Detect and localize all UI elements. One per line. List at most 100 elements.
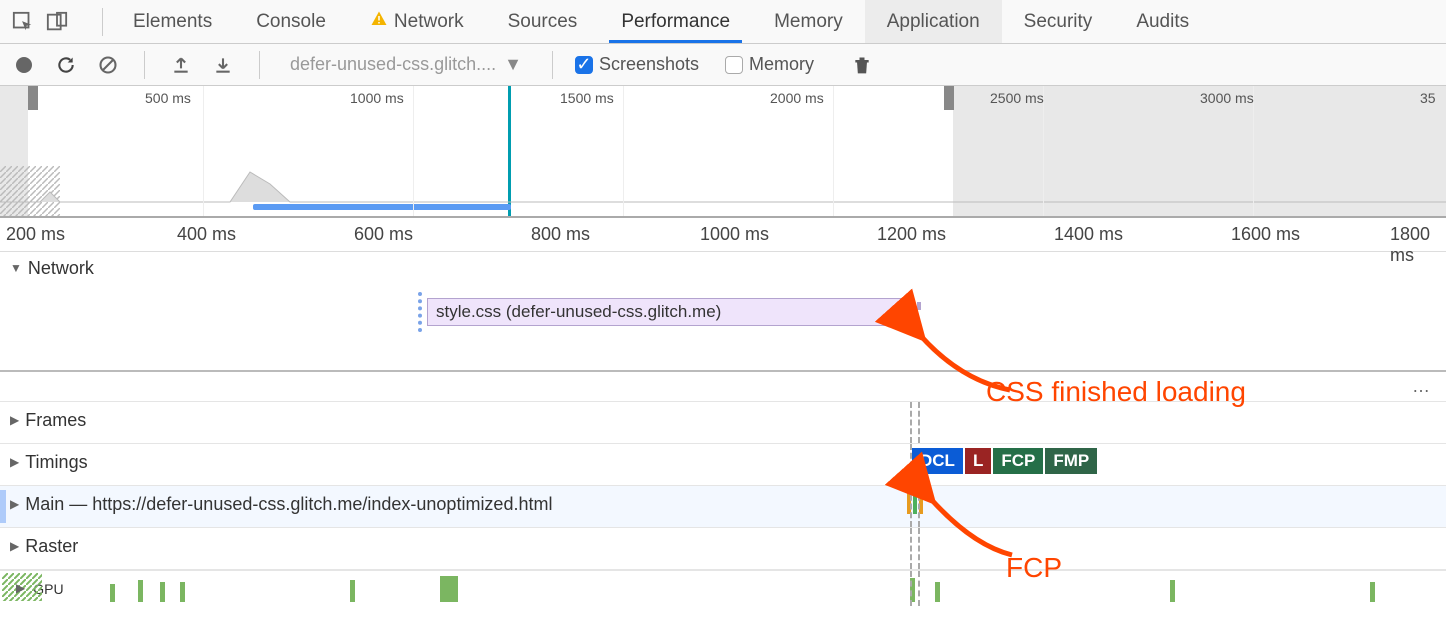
tab-label: Security: [1024, 11, 1093, 33]
frames-track[interactable]: ▶ Frames: [0, 402, 1446, 444]
track-header-frames[interactable]: ▶ Frames: [0, 402, 96, 439]
tab-label: Network: [394, 11, 464, 33]
track-header-main[interactable]: ▶ Main — https://defer-unused-css.glitch…: [0, 486, 562, 523]
separator: [102, 8, 103, 36]
ruler-tick: 1200 ms: [877, 224, 946, 245]
tab-application[interactable]: Application: [865, 0, 1002, 43]
network-request-label: style.css (defer-unused-css.glitch.me): [436, 302, 721, 322]
screenshots-checkbox[interactable]: ✓ Screenshots: [575, 54, 699, 75]
profiles-dropdown[interactable]: defer-unused-css.glitch.... ▼: [282, 54, 530, 75]
gridline: [833, 86, 834, 216]
v-gridline: [918, 402, 920, 443]
track-label: Network: [28, 258, 94, 279]
clear-icon[interactable]: [94, 51, 122, 79]
v-gridline: [910, 571, 912, 606]
separator: [259, 51, 260, 79]
network-request-bar[interactable]: style.css (defer-unused-css.glitch.me): [427, 298, 913, 326]
tab-performance[interactable]: Performance: [599, 0, 752, 43]
v-gridline: [918, 571, 920, 606]
disclosure-triangle-icon: ▶: [10, 497, 19, 511]
gpu-tick: [138, 580, 143, 602]
inspect-icon[interactable]: [10, 9, 36, 35]
tick-label: 2000 ms: [770, 90, 824, 106]
gpu-tick: [110, 584, 115, 602]
devtools-tabbar: Elements Console Network Sources Perform…: [0, 0, 1446, 44]
gridline: [413, 86, 414, 216]
v-gridline: [910, 402, 912, 443]
save-profile-icon[interactable]: [209, 51, 237, 79]
overview-timeline[interactable]: 500 ms 1000 ms 1500 ms 2000 ms 2500 ms 3…: [0, 86, 1446, 218]
separator: [552, 51, 553, 79]
memory-checkbox[interactable]: Memory: [725, 54, 814, 75]
disclosure-triangle-icon: ▼: [10, 261, 22, 275]
gpu-tick: [160, 582, 165, 602]
separator: [144, 51, 145, 79]
checkbox-icon: ✓: [575, 56, 593, 74]
tab-label: Sources: [508, 11, 578, 33]
warning-icon: [370, 10, 388, 34]
tab-console[interactable]: Console: [234, 0, 348, 43]
garbage-collect-icon[interactable]: [848, 51, 876, 79]
tab-elements[interactable]: Elements: [111, 0, 234, 43]
network-track[interactable]: ▼ Network style.css (defer-unused-css.gl…: [0, 252, 1446, 372]
track-header-network[interactable]: ▼ Network: [10, 258, 94, 279]
device-toggle-icon[interactable]: [44, 9, 70, 35]
record-icon[interactable]: [10, 51, 38, 79]
timing-badge-fcp[interactable]: FCP: [993, 448, 1043, 474]
tab-network[interactable]: Network: [348, 0, 486, 43]
ruler-tick: 200 ms: [6, 224, 65, 245]
tab-sources[interactable]: Sources: [486, 0, 600, 43]
ruler-tick: 600 ms: [354, 224, 413, 245]
load-profile-icon[interactable]: [167, 51, 195, 79]
detail-ruler[interactable]: 200 ms 400 ms 600 ms 800 ms 1000 ms 1200…: [0, 218, 1446, 252]
marker-line: [508, 86, 511, 216]
timing-badge-dcl[interactable]: DCL: [912, 448, 963, 474]
ruler-tick: 1400 ms: [1054, 224, 1123, 245]
v-gridline: [910, 528, 912, 569]
checkbox-label: Memory: [749, 54, 814, 75]
timings-track[interactable]: ▶ Timings DCL L FCP FMP: [0, 444, 1446, 486]
checkbox-icon: [725, 56, 743, 74]
track-label: Timings: [25, 452, 87, 473]
v-gridline: [918, 486, 920, 527]
gpu-track[interactable]: ▶ GPU: [0, 570, 1446, 606]
tick-label: 1500 ms: [560, 90, 614, 106]
track-header-raster[interactable]: ▶ Raster: [0, 528, 88, 565]
tab-label: Performance: [621, 11, 730, 33]
track-label: Frames: [25, 410, 86, 431]
tab-label: Console: [256, 11, 326, 33]
tab-audits[interactable]: Audits: [1114, 0, 1211, 43]
gpu-tick: [350, 580, 355, 602]
disclosure-triangle-icon: ▶: [10, 539, 19, 553]
gpu-tick: [180, 582, 185, 602]
gpu-tick: [1170, 580, 1175, 602]
checkbox-label: Screenshots: [599, 54, 699, 75]
track-header-timings[interactable]: ▶ Timings: [0, 444, 98, 481]
main-track[interactable]: ▶ Main — https://defer-unused-css.glitch…: [0, 486, 1446, 528]
gpu-tick: [935, 582, 940, 602]
tab-security[interactable]: Security: [1002, 0, 1115, 43]
timing-badge-fmp[interactable]: FMP: [1045, 448, 1097, 474]
tab-memory[interactable]: Memory: [752, 0, 865, 43]
timing-badge-load[interactable]: L: [965, 448, 991, 474]
ruler-tick: 800 ms: [531, 224, 590, 245]
tab-label: Elements: [133, 11, 212, 33]
collapsed-dots[interactable]: …: [0, 372, 1446, 402]
perf-toolbar: defer-unused-css.glitch.... ▼ ✓ Screensh…: [0, 44, 1446, 86]
gpu-tick: [1370, 582, 1375, 602]
left-resize-handle[interactable]: [28, 86, 38, 110]
raster-track[interactable]: ▶ Raster: [0, 528, 1446, 570]
v-gridline: [910, 486, 912, 527]
tick-label: 500 ms: [145, 90, 191, 106]
right-resize-handle[interactable]: [944, 86, 954, 110]
disclosure-triangle-icon: ▶: [10, 455, 19, 469]
overview-blue-bar: [253, 204, 511, 210]
reload-icon[interactable]: [52, 51, 80, 79]
gridline: [203, 86, 204, 216]
timing-badges: DCL L FCP FMP: [912, 448, 1097, 474]
tab-label: Audits: [1136, 11, 1189, 33]
tab-label: Application: [887, 11, 980, 33]
v-gridline: [910, 444, 912, 485]
request-queue-indicator: [418, 292, 423, 332]
v-gridline: [918, 528, 920, 569]
